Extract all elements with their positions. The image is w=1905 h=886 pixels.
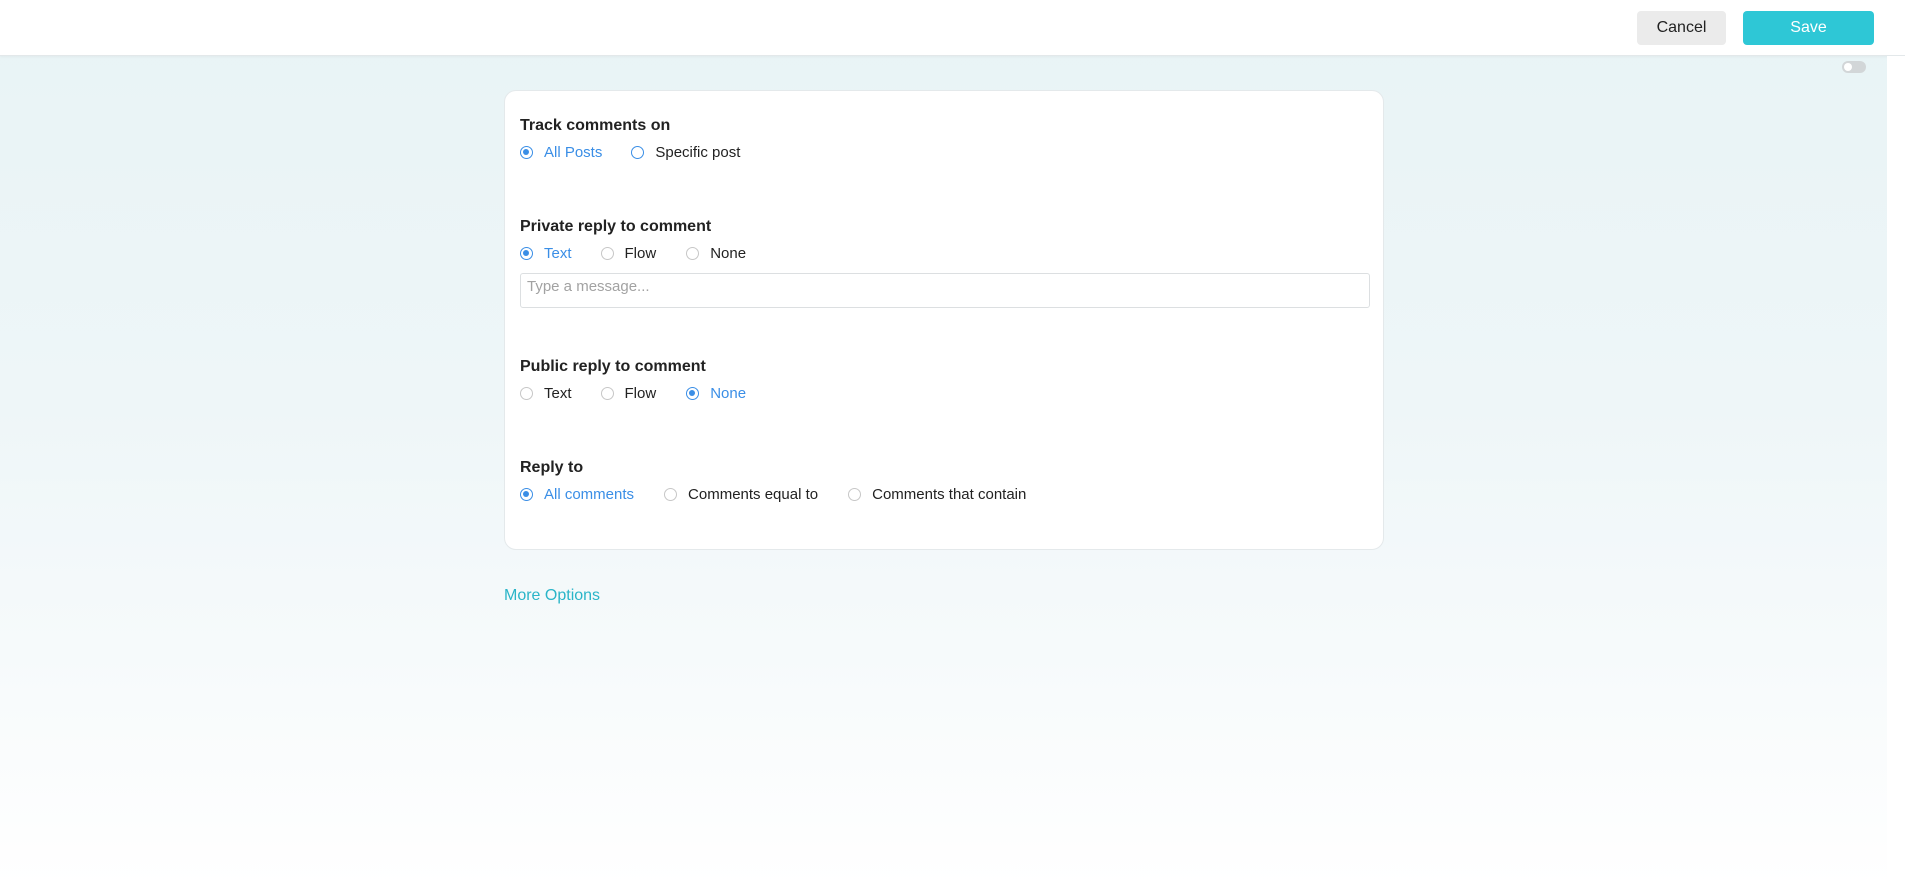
radio-dot-icon	[520, 386, 533, 400]
radio-label: Specific post	[655, 143, 741, 161]
radio-dot-icon	[664, 487, 678, 501]
radio-label: All Posts	[544, 143, 603, 161]
public-reply-title: Public reply to comment	[520, 358, 706, 375]
radio-public-text[interactable]: Text	[520, 385, 572, 402]
radio-public-none[interactable]: None	[686, 385, 746, 402]
reply-to-radio-group: All comments Comments equal to Comments …	[520, 485, 1026, 503]
radio-all-comments[interactable]: All comments	[520, 486, 634, 503]
radio-private-flow[interactable]: Flow	[600, 244, 657, 262]
radio-dot-icon	[848, 487, 862, 501]
radio-label: Text	[544, 384, 572, 402]
public-reply-radio-group: Text Flow None	[520, 384, 746, 402]
toggle-knob	[1844, 63, 1852, 71]
toggle-switch[interactable]	[1842, 61, 1866, 73]
radio-dot-icon	[686, 246, 700, 260]
public-reply-section: Public reply to comment Text Flow None	[520, 357, 746, 402]
more-options-link[interactable]: More Options	[504, 587, 600, 605]
radio-dot-icon	[631, 145, 645, 159]
reply-to-section: Reply to All comments Comments equal to …	[520, 458, 1026, 503]
private-reply-radio-group: Text Flow None	[520, 244, 746, 262]
radio-dot-icon	[600, 246, 614, 260]
radio-label: Comments equal to	[688, 485, 819, 503]
radio-specific-post[interactable]: Specific post	[631, 144, 740, 161]
radio-dot-icon	[686, 386, 700, 400]
cancel-button[interactable]: Cancel	[1637, 11, 1726, 45]
radio-label: None	[710, 384, 747, 402]
comment-settings-card: Track comments on All Posts Specific pos…	[504, 90, 1384, 550]
radio-dot-icon	[520, 487, 533, 501]
radio-label: Comments that contain	[872, 485, 1027, 503]
scrollbar[interactable]	[1887, 56, 1905, 886]
save-button[interactable]: Save	[1743, 11, 1874, 45]
radio-dot-icon	[520, 145, 533, 159]
radio-comments-that-contain[interactable]: Comments that contain	[848, 486, 1026, 503]
radio-label: Flow	[624, 244, 657, 262]
radio-public-flow[interactable]: Flow	[600, 384, 657, 402]
radio-private-text[interactable]: Text	[520, 245, 572, 262]
track-comments-title: Track comments on	[520, 117, 671, 134]
private-reply-message-input[interactable]	[520, 273, 1370, 308]
private-reply-title: Private reply to comment	[520, 218, 712, 235]
radio-label: Text	[544, 244, 572, 262]
radio-comments-equal-to[interactable]: Comments equal to	[664, 486, 818, 503]
radio-private-none[interactable]: None	[686, 245, 746, 262]
private-reply-section: Private reply to comment Text Flow None	[520, 217, 746, 262]
radio-label: Flow	[624, 384, 657, 402]
track-comments-section: Track comments on All Posts Specific pos…	[520, 116, 740, 161]
radio-dot-icon	[520, 246, 533, 260]
reply-to-title: Reply to	[520, 459, 584, 476]
radio-dot-icon	[600, 386, 614, 400]
radio-label: All comments	[544, 485, 635, 503]
radio-label: None	[710, 244, 747, 262]
track-comments-radio-group: All Posts Specific post	[520, 143, 740, 161]
radio-all-posts[interactable]: All Posts	[520, 144, 602, 161]
top-toolbar: Cancel Save	[0, 0, 1905, 56]
